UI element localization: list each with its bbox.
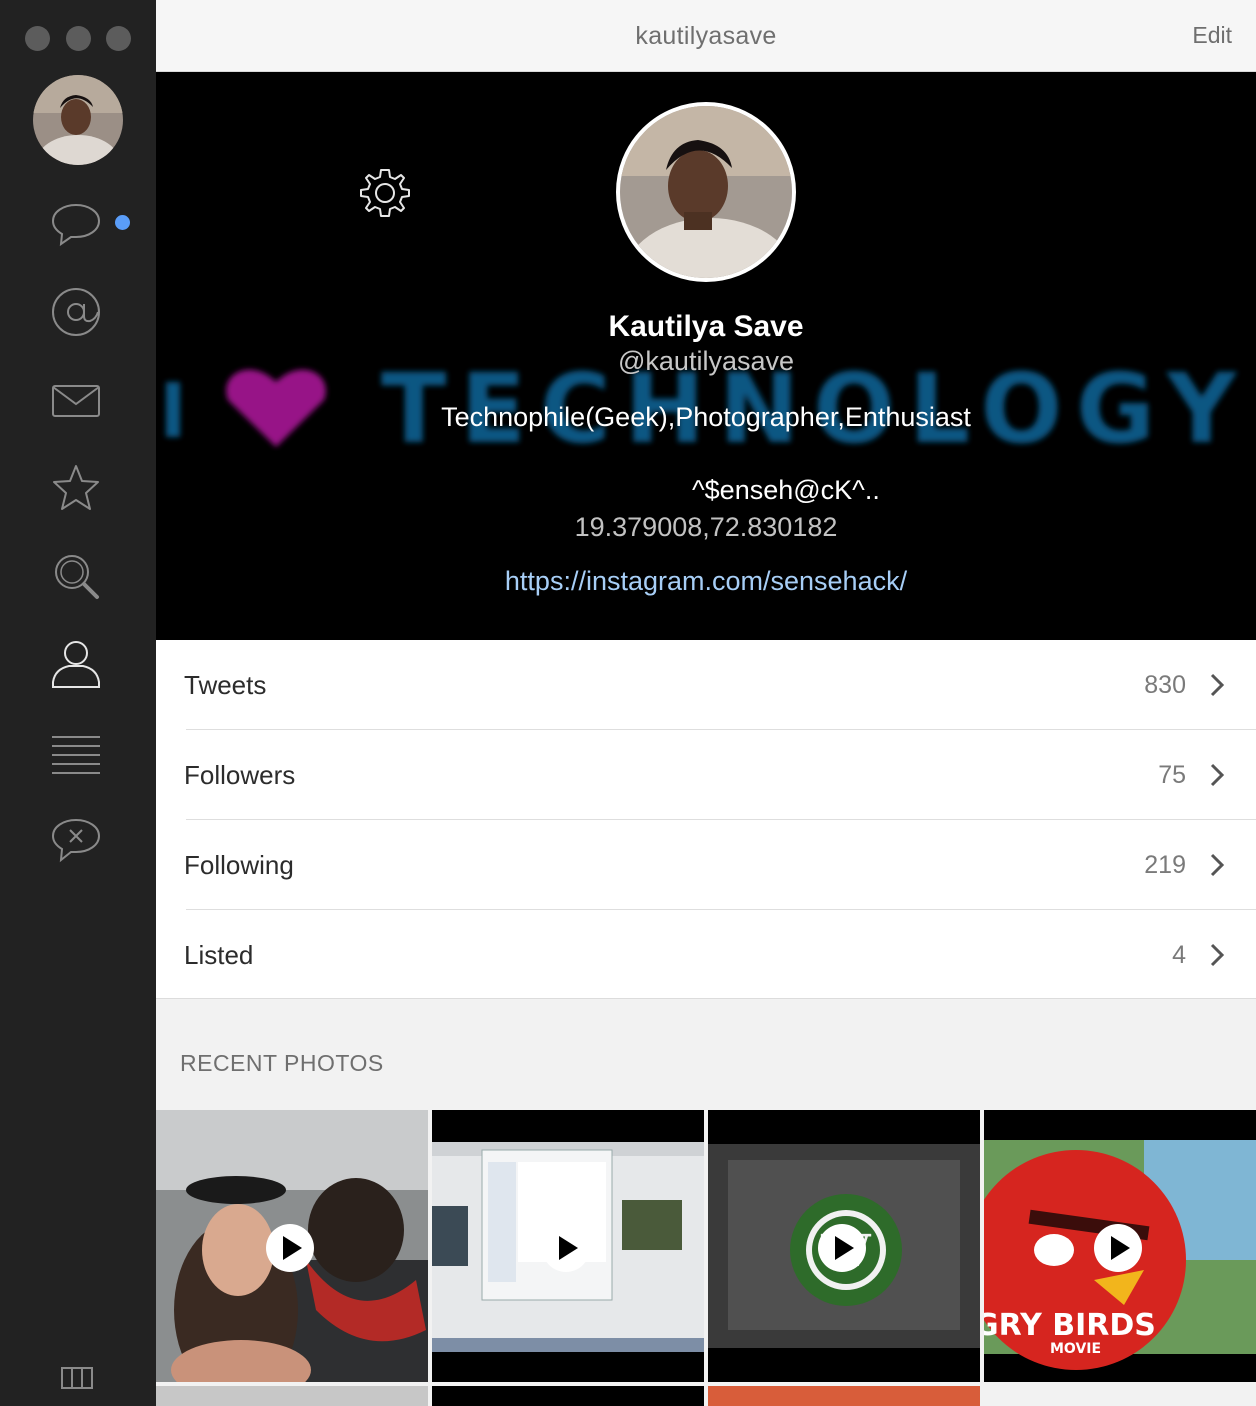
recent-photos-heading: RECENT PHOTOS [180,1050,384,1076]
recent-photo-8[interactable] [984,1386,1256,1406]
chevron-right-icon [1210,673,1225,697]
magnifier-icon [55,555,99,599]
stat-label: Following [184,850,294,880]
profile-bio-line-2: ^$enseh@cK^.. [692,475,880,505]
svg-text:GRY BIRDS: GRY BIRDS [984,1308,1156,1343]
person-icon [52,641,100,688]
main-panel: kautilyasave Edit TECHNOLOGY Kautilya Sa… [156,0,1256,1406]
title-bar: kautilyasave Edit [156,0,1256,72]
direct-messages-tab[interactable] [46,370,106,430]
muted-tab[interactable] [46,810,106,870]
minimize-window-button[interactable] [66,26,91,51]
close-window-button[interactable] [25,26,50,51]
profile-handle: @kautilyasave [618,346,794,376]
recent-photo-3[interactable]: W [708,1110,980,1382]
profile-name: Kautilya Save [608,310,804,343]
stat-label: Followers [184,760,296,790]
muted-bubble-icon [51,818,101,863]
messages-tab[interactable] [46,193,106,253]
stat-row-listed[interactable]: Listed 4 [156,910,1256,1000]
play-video-icon [266,1224,314,1272]
account-avatar[interactable] [33,75,123,165]
recent-photo-7[interactable] [708,1386,980,1406]
profile-avatar[interactable] [616,102,796,282]
columns-icon [61,1367,93,1389]
profile-location: 19.379008,72.830182 [574,512,838,542]
zoom-window-button[interactable] [106,26,131,51]
lists-tab[interactable] [46,722,106,782]
chevron-right-icon [1210,943,1225,967]
profile-url-link[interactable]: https://instagram.com/sensehack/ [156,566,1256,597]
app-window: kautilyasave Edit TECHNOLOGY Kautilya Sa… [0,0,1256,1406]
search-tab[interactable] [46,546,106,606]
envelope-icon [52,385,100,417]
profile-tab[interactable] [46,634,106,694]
stat-count: 219 [1144,851,1186,879]
speech-bubble-icon [51,203,101,247]
stat-count: 4 [1172,941,1186,969]
stat-label: Listed [184,940,254,970]
play-video-icon [542,1224,590,1272]
stat-row-tweets[interactable]: Tweets 830 [156,640,1256,730]
svg-text:MOVIE: MOVIE [1050,1341,1101,1357]
play-video-icon [818,1224,866,1272]
stat-row-followers[interactable]: Followers 75 [156,730,1256,820]
profile-banner: TECHNOLOGY Kautilya Save @kautilyasave T… [156,72,1256,640]
edit-button[interactable]: Edit [1192,22,1232,49]
at-sign-icon [52,288,100,336]
favorites-tab[interactable] [46,458,106,518]
stat-count: 75 [1158,761,1186,789]
recent-photo-4[interactable]: GRY BIRDS MOVIE [984,1110,1256,1382]
mentions-tab[interactable] [46,282,106,342]
profile-bio-line-1: Technophile(Geek),Photographer,Enthusias… [441,402,971,432]
profile-stats-list: Tweets 830 Followers 75 Following 219 Li… [156,640,1256,999]
star-icon [53,465,99,510]
recent-photo-2[interactable] [432,1110,704,1382]
window-title: kautilyasave [635,22,777,50]
sidebar [0,0,156,1406]
list-lines-icon [52,736,100,774]
recent-photo-5[interactable] [156,1386,428,1406]
columns-toggle-button[interactable] [58,1362,96,1394]
recent-photo-1[interactable] [156,1110,428,1382]
chevron-right-icon [1210,853,1225,877]
stat-label: Tweets [184,670,267,700]
recent-photo-6[interactable] [432,1386,704,1406]
gear-icon[interactable] [359,167,411,219]
stat-count: 830 [1144,671,1186,699]
play-video-icon [1094,1224,1142,1272]
unread-indicator [115,215,130,230]
stat-row-following[interactable]: Following 219 [156,820,1256,910]
chevron-right-icon [1210,763,1225,787]
